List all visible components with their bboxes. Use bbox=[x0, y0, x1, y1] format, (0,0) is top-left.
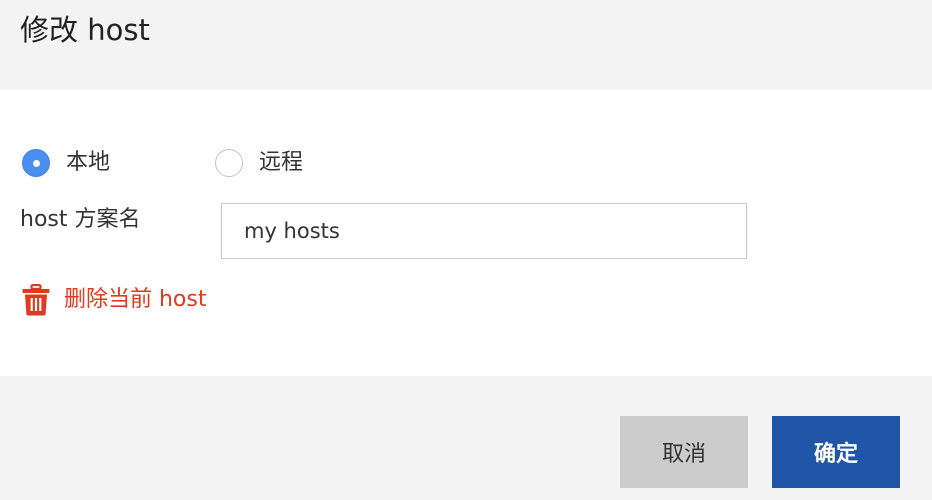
trash-icon bbox=[22, 284, 50, 316]
delete-host-label: 删除当前 host bbox=[64, 287, 207, 312]
edit-host-dialog: 修改 host 本地 远程 host 方案名 删除当前 host 取消 确定 bbox=[0, 0, 932, 500]
confirm-button[interactable]: 确定 bbox=[772, 416, 900, 488]
radio-label-remote: 远程 bbox=[259, 150, 304, 175]
radio-checked-icon[interactable] bbox=[22, 149, 50, 177]
radio-option-remote[interactable]: 远程 bbox=[215, 148, 303, 178]
host-name-input[interactable] bbox=[221, 203, 747, 259]
radio-label-local: 本地 bbox=[66, 150, 111, 175]
dialog-title: 修改 host bbox=[20, 13, 150, 47]
cancel-button[interactable]: 取消 bbox=[620, 416, 748, 488]
radio-option-local[interactable]: 本地 bbox=[22, 148, 110, 178]
host-name-label: host 方案名 bbox=[20, 207, 141, 232]
dialog-header: 修改 host bbox=[0, 0, 932, 90]
radio-unchecked-icon[interactable] bbox=[215, 149, 243, 177]
delete-host-link[interactable]: 删除当前 host bbox=[22, 284, 207, 316]
